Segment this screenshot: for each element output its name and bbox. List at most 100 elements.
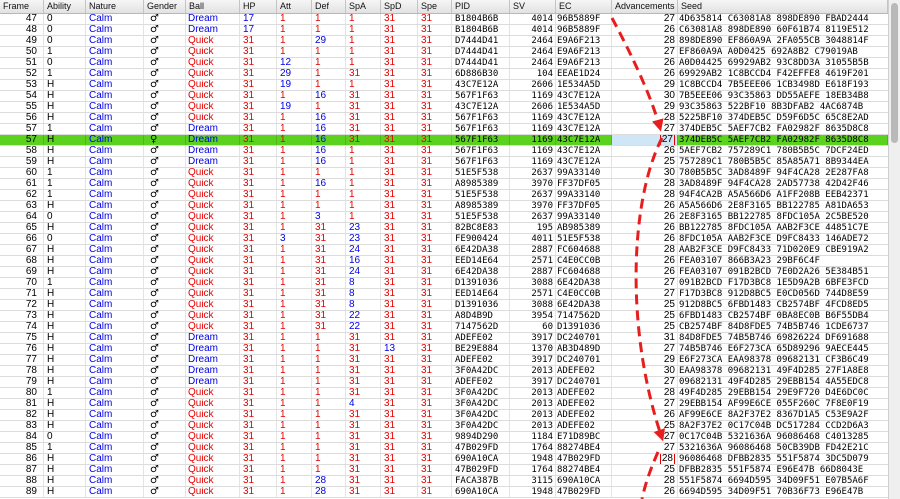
table-row[interactable]: 56 H Calm ♂ Quick 31 1 16 31 31 31 567F1F63 1169 43C7… — [0, 113, 888, 124]
table-row[interactable]: 84 0 Calm ♂ Quick 31 1 1 31 31 31 9894D290 1184 E71D8… — [0, 432, 888, 443]
table-row[interactable]: 59 H Calm ♂ Dream 31 1 16 1 31 31 567F1F63 1169 43C7E… — [0, 157, 888, 168]
cell-spe: 31 — [418, 190, 452, 200]
table-row[interactable]: 74 H Calm ♂ Quick 31 1 31 22 31 31 7147562D 60 D13910… — [0, 322, 888, 333]
table-row[interactable]: 87 H Calm ♂ Quick 31 1 1 31 31 31 47B029FD 1764 88274… — [0, 465, 888, 476]
cell-att: 1 — [277, 223, 312, 233]
table-row[interactable]: 52 1 Calm ♂ Quick 31 29 1 31 31 31 6D886B30 104 EEAE1… — [0, 69, 888, 80]
table-row[interactable]: 76 H Calm ♂ Dream 31 1 1 31 13 31 BE29E884 1370 AB3D4… — [0, 344, 888, 355]
column-header-nature[interactable]: Nature — [86, 0, 144, 13]
table-row[interactable]: 48 0 Calm ♂ Dream 17 1 1 1 31 31 B1804B6B 4014 96B588… — [0, 25, 888, 36]
cell-ability: 0 — [44, 36, 86, 46]
cell-spe: 31 — [418, 91, 452, 101]
cell-spe: 31 — [418, 168, 452, 178]
table-row[interactable]: 70 1 Calm ♂ Quick 31 1 31 8 31 31 D1391036 3088 6E42D… — [0, 278, 888, 289]
table-row[interactable]: 86 H Calm ♂ Quick 31 1 1 31 31 31 690A10CA 1948 47B02… — [0, 454, 888, 465]
cell-seed: 780B5B5C 3AD8489F 94F4CA28 2E287FA8 — [679, 168, 869, 178]
table-row[interactable]: 80 1 Calm ♂ Quick 31 1 1 31 31 31 3F0A42DC 2013 ADEFE… — [0, 388, 888, 399]
column-header-advancements[interactable]: Advancements — [612, 0, 678, 13]
advancements-value: 26 — [663, 212, 675, 222]
column-header-ability[interactable]: Ability — [44, 0, 86, 13]
table-row[interactable]: 51 0 Calm ♂ Quick 31 12 1 1 31 31 D7444D41 2464 E9A6F… — [0, 58, 888, 69]
table-row[interactable]: 53 H Calm ♂ Quick 31 19 1 1 31 31 43C7E12A 2606 1E534… — [0, 80, 888, 91]
column-header-hp[interactable]: HP — [240, 0, 277, 13]
cell-hp: 31 — [240, 465, 277, 475]
table-row[interactable]: 71 H Calm ♂ Quick 31 1 31 8 31 31 EED14E64 2571 C4E0C… — [0, 289, 888, 300]
cell-gender: ♂ — [144, 14, 186, 24]
cell-ec: FF37DF05 — [556, 179, 612, 189]
cell-ability: H — [44, 135, 86, 145]
table-row[interactable]: 60 1 Calm ♂ Quick 31 1 1 1 31 31 51E5F538 2637 99A331… — [0, 168, 888, 179]
table-row[interactable]: 57 1 Calm ♂ Dream 31 1 16 31 31 31 567F1F63 1169 43C7… — [0, 124, 888, 135]
table-row[interactable]: 79 H Calm ♂ Dream 31 1 1 31 31 31 ADEFE02 3917 DC2407… — [0, 377, 888, 388]
table-row[interactable]: 50 1 Calm ♂ Quick 31 1 1 1 31 31 D7444D41 2464 E9A6F2… — [0, 47, 888, 58]
vertical-scrollbar[interactable] — [888, 0, 900, 499]
table-row[interactable]: 78 H Calm ♂ Dream 31 1 1 31 31 31 3F0A42DC 2013 ADEFE… — [0, 366, 888, 377]
table-row[interactable]: 55 H Calm ♂ Quick 31 19 1 31 31 31 43C7E12A 2606 1E53… — [0, 102, 888, 113]
advancements-value: 25 — [663, 421, 675, 431]
column-header-att[interactable]: Att — [277, 0, 312, 13]
cell-ball: Dream — [186, 355, 240, 365]
column-header-spd[interactable]: SpD — [381, 0, 418, 13]
table-row[interactable]: 58 H Calm ♂ Dream 31 1 16 1 31 31 567F1F63 1169 43C7E… — [0, 146, 888, 157]
table-row[interactable]: 69 H Calm ♂ Quick 31 1 31 24 31 31 6E42DA38 2887 FC60… — [0, 267, 888, 278]
cell-att: 1 — [277, 410, 312, 420]
column-header-def[interactable]: Def — [312, 0, 346, 13]
cell-ec: E71D89BC — [556, 432, 612, 442]
table-row[interactable]: 85 1 Calm ♂ Quick 31 1 1 31 31 31 47B029FD 1764 88274… — [0, 443, 888, 454]
table-row[interactable]: 61 1 Calm ♂ Quick 31 1 16 1 31 31 A8985389 3970 FF37D… — [0, 179, 888, 190]
table-row[interactable]: 68 H Calm ♂ Quick 31 1 31 16 31 31 EED14E64 2571 C4E0… — [0, 256, 888, 267]
table-row[interactable]: 62 1 Calm ♂ Quick 31 1 1 1 31 31 51E5F538 2637 99A331… — [0, 190, 888, 201]
cell-def: 28 — [312, 476, 346, 486]
cell-pid: A8985389 — [452, 179, 510, 189]
cell-nature: Calm — [86, 454, 144, 464]
table-row[interactable]: 67 H Calm ♂ Quick 31 1 31 24 31 31 6E42DA38 2887 FC60… — [0, 245, 888, 256]
table-row[interactable]: 77 H Calm ♂ Dream 31 1 1 31 31 31 ADEFE02 3917 DC2407… — [0, 355, 888, 366]
table-row[interactable]: 88 H Calm ♂ Quick 31 1 28 31 31 31 FACA387B 3115 690A… — [0, 476, 888, 487]
cell-ec: 51E5F538 — [556, 234, 612, 244]
cell-hp: 31 — [240, 322, 277, 332]
table-row[interactable]: 82 H Calm ♂ Quick 31 1 1 31 31 31 3F0A42DC 2013 ADEFE… — [0, 410, 888, 421]
column-header-ball[interactable]: Ball — [186, 0, 240, 13]
cell-def: 1 — [312, 388, 346, 398]
cell-advancements: 27 — [612, 399, 678, 409]
cell-nature: Calm — [86, 25, 144, 35]
table-row[interactable]: 49 0 Calm ♂ Quick 31 1 29 1 31 31 D7444D41 2464 E9A6F… — [0, 36, 888, 47]
table-row[interactable]: 72 H Calm ♂ Quick 31 1 31 8 31 31 D1391036 3088 6E42D… — [0, 300, 888, 311]
table-row[interactable]: 66 0 Calm ♂ Quick 31 3 31 23 31 31 FE900424 4011 51E5… — [0, 234, 888, 245]
scrollbar-thumb[interactable] — [891, 3, 898, 143]
table-row[interactable]: 47 0 Calm ♂ Dream 17 1 1 1 31 31 B1804B6B 4014 96B588… — [0, 14, 888, 25]
cell-def: 16 — [312, 146, 346, 156]
cell-spd: 31 — [381, 91, 418, 101]
table-row[interactable]: 64 0 Calm ♂ Quick 31 1 3 1 31 31 51E5F538 2637 99A331… — [0, 212, 888, 223]
table-row[interactable]: 75 H Calm ♂ Dream 31 1 1 31 31 31 ADEFE02 3917 DC2407… — [0, 333, 888, 344]
cell-seed: 74B5B746 E6F273CA 65D89296 9AECE445 — [679, 344, 869, 354]
cell-ability: H — [44, 80, 86, 90]
column-header-spa[interactable]: SpA — [346, 0, 381, 13]
column-header-seed[interactable]: Seed — [678, 0, 888, 13]
cell-spe: 31 — [418, 443, 452, 453]
cell-spd: 31 — [381, 377, 418, 387]
table-row[interactable]: 89 H Calm ♂ Quick 31 1 28 31 31 31 690A10CA 1948 47B0… — [0, 487, 888, 498]
table-row[interactable]: 54 H Calm ♂ Quick 31 1 16 31 31 31 567F1F63 1169 43C7… — [0, 91, 888, 102]
cell-nature: Calm — [86, 256, 144, 266]
column-header-ec[interactable]: EC — [556, 0, 612, 13]
cell-sv: 1370 — [510, 344, 556, 354]
table-row[interactable]: 81 H Calm ♂ Quick 31 1 1 4 31 31 3F0A42DC 2013 ADEFE0… — [0, 399, 888, 410]
cell-ball: Dream — [186, 124, 240, 134]
column-header-frame[interactable]: Frame — [0, 0, 44, 13]
column-header-pid[interactable]: PID — [452, 0, 510, 13]
cell-ec: ADEFE02 — [556, 399, 612, 409]
column-header-sv[interactable]: SV — [510, 0, 556, 13]
table-row-selected[interactable]: 57 H Calm ♀ Dream 31 1 16 31 31 31 567F1F63 1169 43C7… — [0, 135, 888, 146]
cell-spe: 31 — [418, 69, 452, 79]
cell-nature: Calm — [86, 113, 144, 123]
column-header-gender[interactable]: Gender — [144, 0, 186, 13]
cell-spa: 31 — [346, 410, 381, 420]
cell-def: 31 — [312, 267, 346, 277]
table-row[interactable]: 83 H Calm ♂ Quick 31 1 1 31 31 31 3F0A42DC 2013 ADEFE… — [0, 421, 888, 432]
table-row[interactable]: 65 H Calm ♂ Quick 31 1 31 23 31 31 82BC8E83 195 AB985… — [0, 223, 888, 234]
table-row[interactable]: 63 H Calm ♂ Quick 31 1 1 1 31 31 A8985389 3970 FF37DF… — [0, 201, 888, 212]
column-header-spe[interactable]: Spe — [418, 0, 452, 13]
cell-pid: 82BC8E83 — [452, 223, 510, 233]
table-row[interactable]: 73 H Calm ♂ Quick 31 1 31 22 31 31 A8D4B9D 3954 71475… — [0, 311, 888, 322]
